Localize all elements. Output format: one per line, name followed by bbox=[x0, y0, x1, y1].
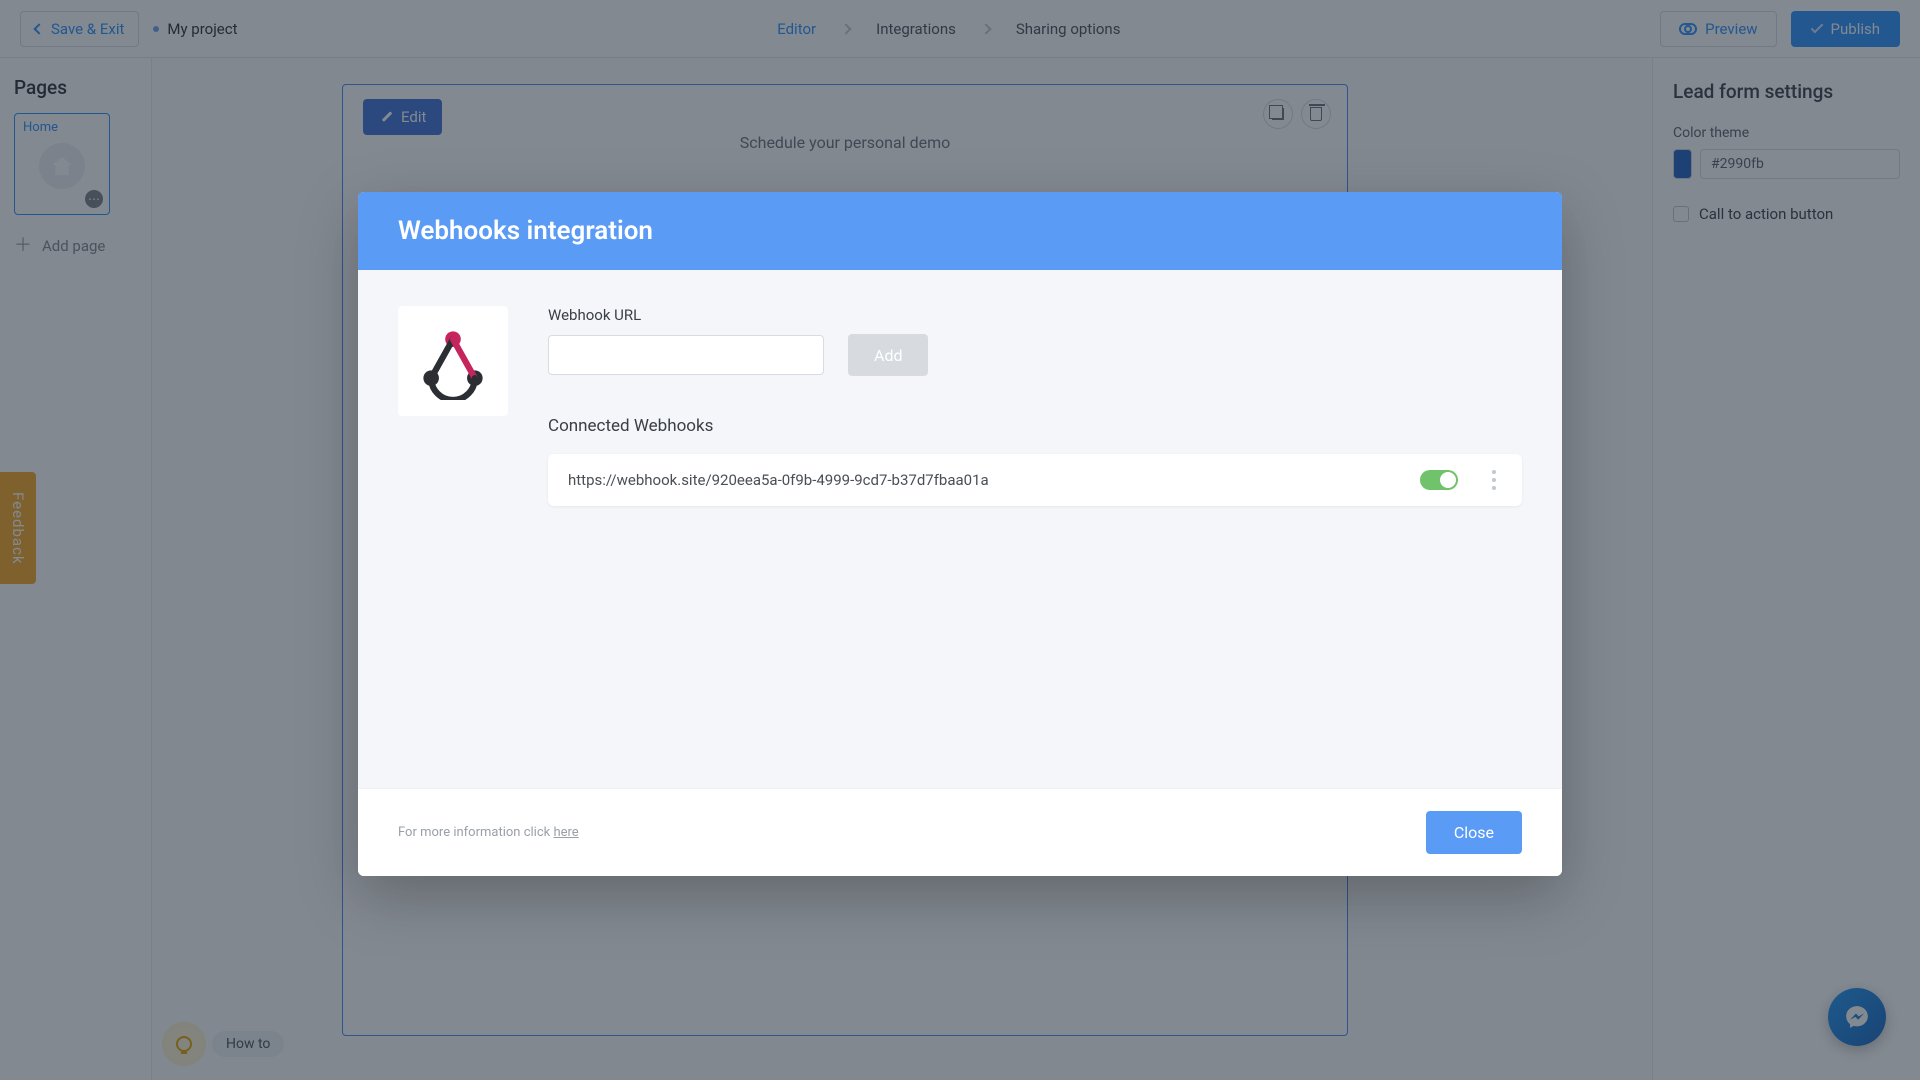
webhook-toggle[interactable] bbox=[1420, 470, 1458, 490]
add-webhook-button[interactable]: Add bbox=[848, 334, 928, 376]
modal-main: Webhook URL Add Connected Webhooks https… bbox=[548, 306, 1522, 748]
webhook-icon bbox=[414, 322, 492, 400]
close-button[interactable]: Close bbox=[1426, 811, 1522, 854]
webhook-item-controls bbox=[1420, 470, 1502, 490]
footer-info-prefix: For more information click bbox=[398, 825, 553, 840]
modal-title: Webhooks integration bbox=[358, 192, 1562, 270]
webhook-logo bbox=[398, 306, 508, 416]
footer-info: For more information click here bbox=[398, 825, 579, 840]
webhook-url-input[interactable] bbox=[548, 335, 824, 375]
webhook-url-label: Webhook URL bbox=[548, 306, 1522, 324]
connected-webhooks-title: Connected Webhooks bbox=[548, 416, 1522, 436]
modal-body: Webhook URL Add Connected Webhooks https… bbox=[358, 270, 1562, 788]
modal-footer: For more information click here Close bbox=[358, 788, 1562, 876]
webhooks-modal: Webhooks integration Webhook URL Add Con… bbox=[358, 192, 1562, 876]
webhook-kebab-menu[interactable] bbox=[1486, 470, 1502, 490]
footer-info-link[interactable]: here bbox=[553, 825, 578, 840]
webhook-item: https://webhook.site/920eea5a-0f9b-4999-… bbox=[548, 454, 1522, 506]
webhook-item-url: https://webhook.site/920eea5a-0f9b-4999-… bbox=[568, 471, 1420, 489]
url-row: Add bbox=[548, 334, 1522, 376]
